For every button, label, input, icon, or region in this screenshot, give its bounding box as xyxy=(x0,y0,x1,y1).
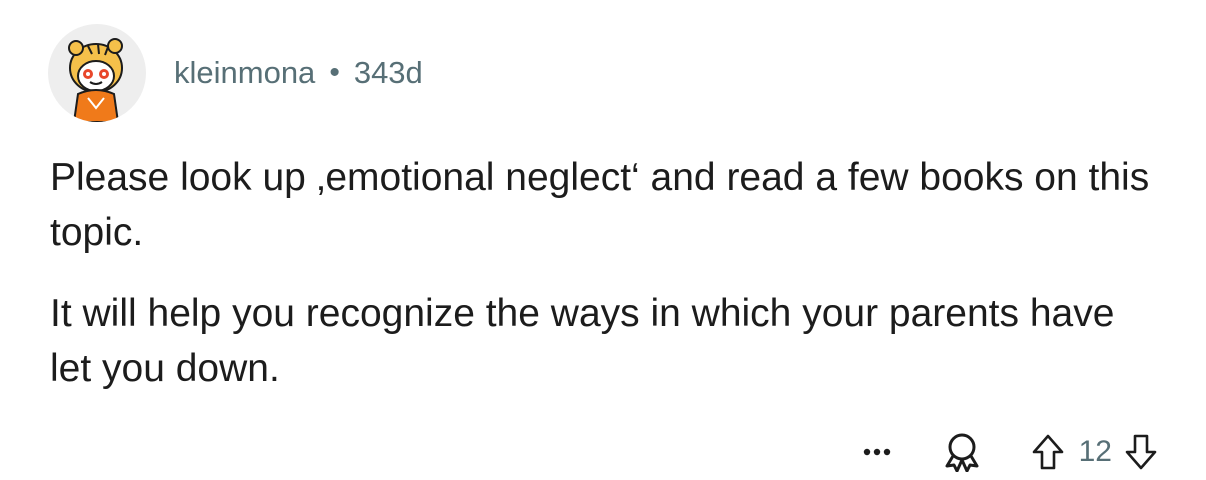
username-link[interactable]: kleinmona xyxy=(174,55,315,91)
comment-paragraph: Please look up ‚emotional neglect‘ and r… xyxy=(50,156,1150,254)
comment-age[interactable]: 343d xyxy=(354,55,423,91)
comment-body: Please look up ‚emotional neglect‘ and r… xyxy=(50,150,1160,422)
award-icon xyxy=(945,433,979,472)
meta-separator: • xyxy=(329,56,340,89)
more-horizontal-icon xyxy=(863,448,890,456)
more-options-button[interactable] xyxy=(863,428,891,476)
comment-actions: 12 xyxy=(863,428,1158,476)
downvote-arrow-icon xyxy=(1125,434,1157,470)
upvote-arrow-icon xyxy=(1032,434,1063,470)
comment-header: kleinmona • 343d xyxy=(48,24,423,122)
vote-controls: 12 xyxy=(1031,428,1158,476)
award-button[interactable] xyxy=(943,428,981,476)
vote-score: 12 xyxy=(1078,435,1112,468)
comment: kleinmona • 343d Please look up ‚emotion… xyxy=(0,0,1206,480)
comment-meta: kleinmona • 343d xyxy=(174,55,423,91)
avatar[interactable] xyxy=(48,24,146,122)
upvote-button[interactable] xyxy=(1031,433,1065,471)
downvote-button[interactable] xyxy=(1124,433,1158,471)
avatar-icon xyxy=(68,38,123,122)
comment-paragraph: It will help you recognize the ways in w… xyxy=(50,292,1115,390)
